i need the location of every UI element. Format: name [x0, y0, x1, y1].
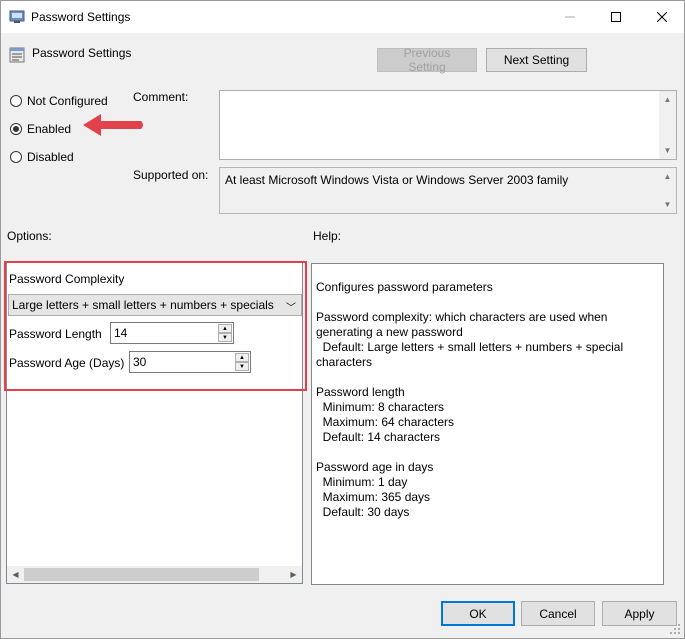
password-length-value: 14 — [114, 326, 128, 340]
radio-disabled[interactable]: Disabled — [10, 150, 74, 164]
options-panel: Password Complexity Large letters + smal… — [6, 262, 303, 584]
radio-not-configured[interactable]: Not Configured — [10, 94, 108, 108]
scroll-up-icon[interactable]: ▲ — [659, 168, 676, 185]
password-length-stepper[interactable]: 14 ▲ ▼ — [110, 322, 234, 344]
minimize-button[interactable] — [547, 1, 593, 33]
scroll-right-icon[interactable]: ▶ — [285, 566, 302, 583]
resize-grip-icon[interactable] — [669, 623, 681, 635]
options-label: Options: — [7, 229, 52, 243]
policy-settings-icon — [9, 10, 25, 23]
window-title: Password Settings — [31, 10, 131, 24]
scroll-down-icon[interactable]: ▼ — [659, 196, 676, 213]
setting-header-title: Password Settings — [32, 46, 132, 60]
comment-scrollbar[interactable]: ▲ ▼ — [659, 91, 676, 159]
password-age-value: 30 — [133, 355, 147, 369]
password-length-label: Password Length — [9, 327, 102, 341]
spin-down-icon[interactable]: ▼ — [218, 333, 232, 342]
supported-scrollbar[interactable]: ▲ ▼ — [659, 168, 676, 213]
scrollbar-thumb[interactable] — [24, 568, 259, 581]
close-icon — [657, 12, 667, 22]
scroll-down-icon[interactable]: ▼ — [659, 142, 676, 159]
radio-enabled[interactable]: Enabled — [10, 122, 71, 136]
apply-button[interactable]: Apply — [602, 601, 677, 626]
spin-down-icon[interactable]: ▼ — [235, 362, 249, 371]
red-arrow-icon — [83, 114, 143, 136]
supported-on-box: At least Microsoft Windows Vista or Wind… — [219, 167, 677, 214]
supported-on-label: Supported on: — [133, 168, 209, 182]
password-age-label: Password Age (Days) — [9, 356, 125, 370]
close-button[interactable] — [639, 1, 685, 33]
title-bar: Password Settings — [1, 1, 684, 33]
radio-circle — [10, 95, 22, 107]
spin-up-icon[interactable]: ▲ — [235, 353, 249, 362]
help-panel: Configures password parameters Password … — [311, 263, 664, 585]
previous-setting-button[interactable]: Previous Setting — [377, 46, 477, 74]
help-label: Help: — [313, 229, 342, 243]
comment-textarea[interactable]: ▲ ▼ — [219, 90, 677, 160]
password-complexity-dropdown[interactable]: Large letters + small letters + numbers … — [8, 294, 302, 316]
minimize-icon — [565, 16, 575, 18]
next-setting-button[interactable]: Next Setting — [486, 48, 587, 72]
password-complexity-value: Large letters + small letters + numbers … — [12, 298, 274, 312]
password-complexity-label: Password Complexity — [9, 272, 125, 286]
radio-circle-checked — [10, 123, 22, 135]
radio-label: Disabled — [27, 150, 74, 164]
radio-label: Not Configured — [27, 94, 108, 108]
spin-up-icon[interactable]: ▲ — [218, 324, 232, 333]
scroll-left-icon[interactable]: ◀ — [7, 566, 24, 583]
supported-on-value: At least Microsoft Windows Vista or Wind… — [225, 173, 569, 187]
settings-page-icon — [9, 47, 25, 63]
password-settings-dialog: Password Settings Password Settings Prev… — [0, 0, 685, 639]
radio-circle — [10, 151, 22, 163]
comment-label: Comment: — [133, 90, 189, 104]
maximize-icon — [611, 12, 621, 22]
ok-button[interactable]: OK — [441, 601, 515, 626]
maximize-button[interactable] — [593, 1, 639, 33]
cancel-button[interactable]: Cancel — [521, 601, 595, 626]
options-horizontal-scrollbar[interactable]: ◀ ▶ — [7, 566, 302, 583]
password-age-stepper[interactable]: 30 ▲ ▼ — [129, 351, 251, 373]
radio-label: Enabled — [27, 122, 72, 136]
chevron-down-icon: ﹀ — [286, 303, 296, 314]
scroll-up-icon[interactable]: ▲ — [659, 91, 676, 108]
